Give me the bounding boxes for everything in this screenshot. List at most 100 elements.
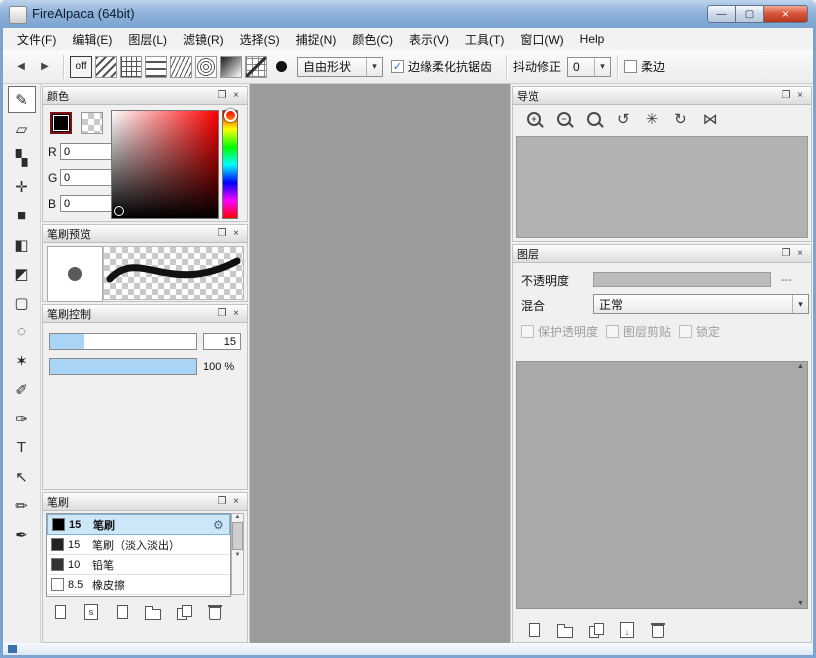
close-panel-icon[interactable]: × bbox=[229, 228, 243, 239]
brush-size-slider[interactable] bbox=[49, 333, 197, 350]
menu-snap[interactable]: 捕捉(N) bbox=[288, 29, 345, 50]
close-panel-icon[interactable]: × bbox=[793, 90, 807, 101]
snap-curve-button[interactable] bbox=[245, 56, 267, 78]
protect-alpha-checkbox[interactable] bbox=[521, 325, 534, 338]
tool-magic-wand[interactable]: ✶ bbox=[8, 347, 36, 374]
add-bitmap-brush-button[interactable] bbox=[111, 601, 133, 623]
gear-icon[interactable]: ⚙ bbox=[213, 518, 229, 532]
b-input[interactable] bbox=[60, 195, 112, 212]
float-panel-icon[interactable]: ❐ bbox=[215, 308, 229, 319]
minimize-button[interactable]: — bbox=[707, 5, 736, 23]
menu-layer[interactable]: 图层(L) bbox=[120, 29, 175, 50]
clipping-checkbox[interactable] bbox=[606, 325, 619, 338]
tool-eyedropper[interactable]: ✒ bbox=[8, 521, 36, 548]
prev-canvas-button[interactable]: ◀ bbox=[11, 57, 31, 77]
tool-select-rect[interactable]: ▢ bbox=[8, 289, 36, 316]
duplicate-brush-button[interactable] bbox=[173, 601, 195, 623]
close-button[interactable]: × bbox=[764, 5, 808, 23]
tool-fill-rect[interactable]: ■ bbox=[8, 202, 36, 229]
add-script-brush-button[interactable]: s bbox=[80, 601, 102, 623]
snap-perspective-button[interactable] bbox=[220, 56, 242, 78]
reset-rotation-button[interactable]: ✳ bbox=[646, 110, 659, 128]
next-canvas-button[interactable]: ▶ bbox=[35, 57, 55, 77]
brush-list-item[interactable]: 40 水彩 bbox=[47, 595, 230, 597]
lock-checkbox[interactable] bbox=[679, 325, 692, 338]
brush-list-item[interactable]: 10 铅笔 bbox=[47, 555, 230, 575]
hue-marker[interactable] bbox=[224, 109, 237, 122]
snap-parallel-button[interactable] bbox=[95, 56, 117, 78]
add-brush-button[interactable] bbox=[49, 601, 71, 623]
merge-down-button[interactable]: ↓ bbox=[616, 619, 638, 641]
menu-filter[interactable]: 滤镜(R) bbox=[175, 29, 232, 50]
menu-view[interactable]: 表示(V) bbox=[401, 29, 457, 50]
hue-slider[interactable] bbox=[222, 110, 238, 219]
maximize-button[interactable]: ▢ bbox=[736, 5, 764, 23]
menu-window[interactable]: 窗口(W) bbox=[512, 29, 571, 50]
brush-list-item[interactable]: 15 笔刷 ⚙ bbox=[47, 514, 230, 535]
g-input[interactable] bbox=[60, 169, 112, 186]
menu-edit[interactable]: 编辑(E) bbox=[64, 29, 120, 50]
tool-text[interactable]: T bbox=[8, 434, 36, 461]
float-panel-icon[interactable]: ❐ bbox=[215, 228, 229, 239]
brush-list-scrollbar[interactable]: ▲ ▼ bbox=[231, 513, 244, 595]
foreground-color-swatch[interactable] bbox=[50, 112, 72, 134]
brush-opacity-slider[interactable] bbox=[49, 358, 197, 375]
canvas-area[interactable] bbox=[249, 84, 511, 643]
saturation-value-picker[interactable] bbox=[111, 110, 219, 219]
scroll-down-icon[interactable]: ▼ bbox=[797, 600, 804, 607]
brush-folder-button[interactable] bbox=[142, 601, 164, 623]
soft-edge-checkbox[interactable] bbox=[624, 60, 637, 73]
menu-file[interactable]: 文件(F) bbox=[9, 29, 64, 50]
delete-layer-button[interactable] bbox=[647, 619, 669, 641]
tool-pen[interactable]: ✎ bbox=[8, 86, 36, 113]
r-input[interactable] bbox=[60, 143, 112, 160]
snap-horizontal-button[interactable] bbox=[145, 56, 167, 78]
tool-bucket[interactable]: ◧ bbox=[8, 231, 36, 258]
snap-cross-button[interactable] bbox=[120, 56, 142, 78]
antialias-checkbox[interactable]: ✓ bbox=[391, 60, 404, 73]
duplicate-layer-button[interactable] bbox=[585, 619, 607, 641]
float-panel-icon[interactable]: ❐ bbox=[215, 496, 229, 507]
menu-select[interactable]: 选择(S) bbox=[232, 29, 288, 50]
tool-operation-pen[interactable]: ✏ bbox=[8, 492, 36, 519]
snap-off-button[interactable]: off bbox=[70, 56, 92, 78]
tool-shape-pen[interactable]: ✐ bbox=[8, 376, 36, 403]
delete-brush-button[interactable] bbox=[204, 601, 226, 623]
rotate-right-button[interactable]: ↻ bbox=[674, 110, 687, 128]
tool-eraser[interactable]: ▱ bbox=[8, 115, 36, 142]
menu-help[interactable]: Help bbox=[572, 30, 613, 48]
tool-select-cursor[interactable]: ↖ bbox=[8, 463, 36, 490]
tool-lasso[interactable]: ◌ bbox=[8, 318, 36, 345]
flip-horizontal-button[interactable]: ⋈ bbox=[703, 110, 718, 128]
sv-marker[interactable] bbox=[114, 206, 124, 216]
add-layer-button[interactable] bbox=[523, 619, 545, 641]
zoom-reset-button[interactable] bbox=[587, 112, 601, 126]
transparent-color-swatch[interactable] bbox=[81, 112, 103, 134]
layer-list-scrollbar[interactable]: ▲ ▼ bbox=[794, 362, 807, 608]
snap-concentric-button[interactable] bbox=[195, 56, 217, 78]
menu-color[interactable]: 颜色(C) bbox=[344, 29, 401, 50]
rotate-left-button[interactable]: ↺ bbox=[617, 110, 630, 128]
navigator-preview[interactable] bbox=[516, 136, 808, 238]
close-panel-icon[interactable]: × bbox=[229, 496, 243, 507]
float-panel-icon[interactable]: ❐ bbox=[779, 90, 793, 101]
zoom-in-button[interactable]: + bbox=[527, 112, 541, 126]
add-layer-folder-button[interactable] bbox=[554, 619, 576, 641]
scroll-up-icon[interactable]: ▲ bbox=[235, 514, 241, 520]
close-panel-icon[interactable]: × bbox=[229, 90, 243, 101]
layer-opacity-slider[interactable] bbox=[593, 272, 771, 287]
float-panel-icon[interactable]: ❐ bbox=[779, 248, 793, 259]
brush-list-item[interactable]: 15 笔刷（淡入淡出） bbox=[47, 535, 230, 555]
close-panel-icon[interactable]: × bbox=[229, 308, 243, 319]
title-bar[interactable]: FireAlpaca (64bit) — ▢ × bbox=[0, 0, 816, 29]
brush-list-item[interactable]: 8.5 橡皮擦 bbox=[47, 575, 230, 595]
float-panel-icon[interactable]: ❐ bbox=[215, 90, 229, 101]
tool-gradient[interactable]: ◩ bbox=[8, 260, 36, 287]
blend-mode-select[interactable]: 正常 ▾ bbox=[593, 294, 809, 314]
tool-move[interactable]: ✛ bbox=[8, 173, 36, 200]
brush-shape-select[interactable]: 自由形状 ▾ bbox=[297, 57, 383, 77]
menu-tool[interactable]: 工具(T) bbox=[457, 29, 512, 50]
scroll-up-icon[interactable]: ▲ bbox=[797, 363, 804, 370]
zoom-out-button[interactable]: − bbox=[557, 112, 571, 126]
tool-dot[interactable]: ▚ bbox=[8, 144, 36, 171]
